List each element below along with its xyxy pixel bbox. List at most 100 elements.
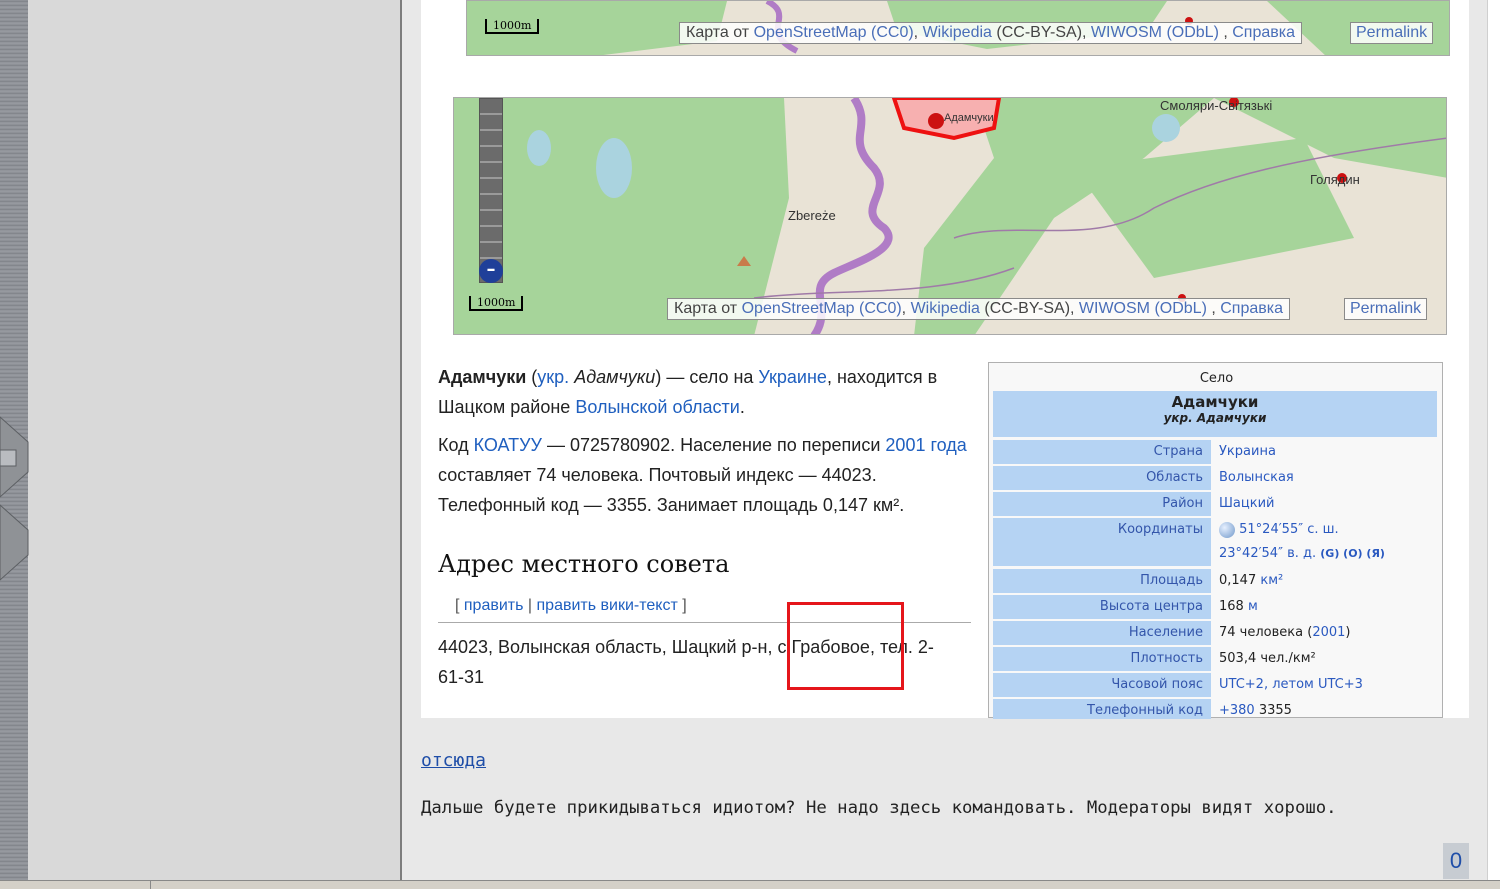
intro-text-open: ( xyxy=(526,367,538,387)
map-main-attribution: Карта от OpenStreetMap (CC0), Wikipedia … xyxy=(667,298,1291,320)
infobox-subtitle: укр. Адамчуки xyxy=(1163,411,1267,425)
article-intro: Адамчуки (укр. Адамчуки) — село на Украи… xyxy=(438,362,970,422)
infobox-value-country[interactable]: Украина xyxy=(1219,440,1276,464)
scroll-down-arrow-icon[interactable] xyxy=(0,500,30,585)
area-unit-link[interactable]: км² xyxy=(1260,573,1283,588)
wikipedia-link[interactable]: Wikipedia xyxy=(911,300,980,317)
village-name: Адамчуки xyxy=(438,367,527,387)
region-link[interactable]: Волынской области xyxy=(575,397,739,417)
infobox-label: Область xyxy=(993,466,1211,490)
osm-link[interactable]: OpenStreetMap xyxy=(742,300,855,317)
taskbar xyxy=(0,880,1500,889)
timezone-summer-link[interactable]: , летом UTC+3 xyxy=(1264,677,1363,692)
infobox-row-density: Плотность 503,4 чел./км² xyxy=(993,647,1437,671)
wikipedia-link[interactable]: Wikipedia xyxy=(923,24,992,41)
map-main[interactable]: – Смоляри-Світязькі Голядин Zbereże Адам… xyxy=(453,97,1447,335)
ukr-link[interactable]: укр. xyxy=(537,367,569,387)
reply-counter[interactable]: 0 xyxy=(1443,843,1469,879)
article-stats: Код КОАТУУ — 0725780902. Население по пе… xyxy=(438,430,970,520)
infobox-label: Страна xyxy=(993,440,1211,464)
stats-text-1: Код xyxy=(438,435,474,455)
edit-link[interactable]: править xyxy=(464,597,524,614)
ccbysa-text: (CC-BY-SA) xyxy=(996,24,1083,41)
infobox-value-coords: 51°24′55″ с. ш. 23°42′54″ в. д. (G) (O) … xyxy=(1219,518,1385,566)
elevation-unit-link[interactable]: м xyxy=(1248,599,1258,614)
phone-code: 3355 xyxy=(1254,703,1292,718)
scroll-up-arrow-icon[interactable] xyxy=(0,412,30,502)
country-link[interactable]: Украине xyxy=(758,367,827,387)
timezone-link[interactable]: UTC+2 xyxy=(1219,677,1264,692)
koatuu-link[interactable]: КОАТУУ xyxy=(474,435,542,455)
map-main-scale: 1000m xyxy=(469,296,524,311)
attrib-prefix: Карта от xyxy=(674,300,738,317)
population-year-link[interactable]: 2001 xyxy=(1312,625,1345,640)
map-top-attribution: Карта от OpenStreetMap (CC0), Wikipedia … xyxy=(679,22,1303,44)
right-scroll-edge xyxy=(1487,0,1500,880)
intro-text: ) — село на xyxy=(655,367,759,387)
wiwosm-link[interactable]: WIWOSM xyxy=(1091,24,1162,41)
infobox-label: Район xyxy=(993,492,1211,516)
odbl-link[interactable]: (ODbL) xyxy=(1154,300,1206,317)
infobox-value-timezone[interactable]: UTC+2, летом UTC+3 xyxy=(1219,673,1363,697)
infobox-row-population: Население 74 человека (2001) xyxy=(993,621,1437,645)
infobox-row-coords: Координаты 51°24′55″ с. ш. 23°42′54″ в. … xyxy=(993,518,1437,566)
map-top[interactable]: 1000m Карта от OpenStreetMap (CC0), Wiki… xyxy=(466,0,1450,56)
osm-link[interactable]: OpenStreetMap xyxy=(754,24,867,41)
cc0-link[interactable]: (CC0) xyxy=(871,24,914,41)
coords-lat-link[interactable]: 51°24′55″ с. ш. xyxy=(1239,522,1339,537)
intro-end: . xyxy=(739,397,745,417)
map-label-village2: Голядин xyxy=(1310,172,1360,187)
infobox-title: Адамчуки xyxy=(1171,393,1259,411)
infobox-kind: Село xyxy=(1199,371,1234,386)
coords-map-links[interactable]: (G) (O) (Я) xyxy=(1320,547,1385,560)
left-panel xyxy=(28,0,400,880)
infobox-value-density: 503,4 чел./км² xyxy=(1219,651,1316,666)
infobox-value-elevation: 168 м xyxy=(1219,595,1258,619)
infobox-label: Высота центра xyxy=(993,595,1211,619)
attrib-prefix: Карта от xyxy=(686,24,750,41)
globe-icon xyxy=(1219,521,1235,538)
infobox: Село Адамчуки укр. Адамчуки Страна Украи… xyxy=(988,362,1443,719)
infobox-value-population: 74 человека (2001) xyxy=(1219,621,1350,645)
edit-wikitext-link[interactable]: править вики-текст xyxy=(537,597,678,614)
wiwosm-link[interactable]: WIWOSM xyxy=(1079,300,1150,317)
infobox-value-district[interactable]: Шацкий xyxy=(1219,492,1274,516)
ccbysa-text: (CC-BY-SA) xyxy=(984,300,1071,317)
odbl-link[interactable]: (ODbL) xyxy=(1166,24,1218,41)
zoom-slider[interactable] xyxy=(479,98,503,283)
infobox-label: Площадь xyxy=(993,569,1211,593)
infobox-value-area: 0,147 км² xyxy=(1219,569,1283,593)
map-label-village1: Смоляри-Світязькі xyxy=(1160,98,1273,113)
cc0-link[interactable]: (CC0) xyxy=(859,300,902,317)
coords-lon-link[interactable]: 23°42′54″ в. д. xyxy=(1219,546,1316,561)
help-link[interactable]: Справка xyxy=(1220,300,1283,317)
infobox-row-phone: Телефонный код +380 3355 xyxy=(993,699,1437,719)
map-main-permalink[interactable]: Permalink xyxy=(1344,298,1428,320)
infobox-row-timezone: Часовой пояс UTC+2, летом UTC+3 xyxy=(993,673,1437,697)
infobox-row-elevation: Высота центра 168 м xyxy=(993,595,1437,619)
infobox-label: Координаты xyxy=(993,518,1211,566)
census-link[interactable]: 2001 года xyxy=(885,435,966,455)
infobox-row-country: Страна Украина xyxy=(993,440,1437,464)
infobox-label: Часовой пояс xyxy=(993,673,1211,697)
infobox-label: Плотность xyxy=(993,647,1211,671)
area-value: 0,147 xyxy=(1219,573,1261,588)
post-comment: Дальше будете прикидываться идиотом? Не … xyxy=(421,798,1337,818)
edit-links: [ править | править вики-текст ] xyxy=(455,597,687,615)
infobox-label: Население xyxy=(993,621,1211,645)
infobox-row-district: Район Шацкий xyxy=(993,492,1437,516)
population-value-end: ) xyxy=(1345,625,1351,640)
map-top-scale: 1000m xyxy=(485,19,540,34)
map-top-permalink[interactable]: Permalink xyxy=(1350,22,1434,44)
population-value: 74 человека ( xyxy=(1219,625,1313,640)
help-link[interactable]: Справка xyxy=(1232,24,1295,41)
source-link[interactable]: отсюда xyxy=(421,750,486,771)
phone-prefix-link[interactable]: +380 xyxy=(1219,703,1255,718)
zoom-out-button[interactable]: – xyxy=(479,259,503,283)
stats-text-3: составляет 74 человека. Почтовый индекс … xyxy=(438,465,905,515)
red-highlight-box xyxy=(787,602,904,690)
infobox-value-region[interactable]: Волынская xyxy=(1219,466,1294,490)
stats-text-2: — 0725780902. Население по переписи xyxy=(541,435,886,455)
infobox-value-phone: +380 3355 xyxy=(1219,699,1292,719)
infobox-header: Адамчуки укр. Адамчуки xyxy=(993,391,1437,437)
